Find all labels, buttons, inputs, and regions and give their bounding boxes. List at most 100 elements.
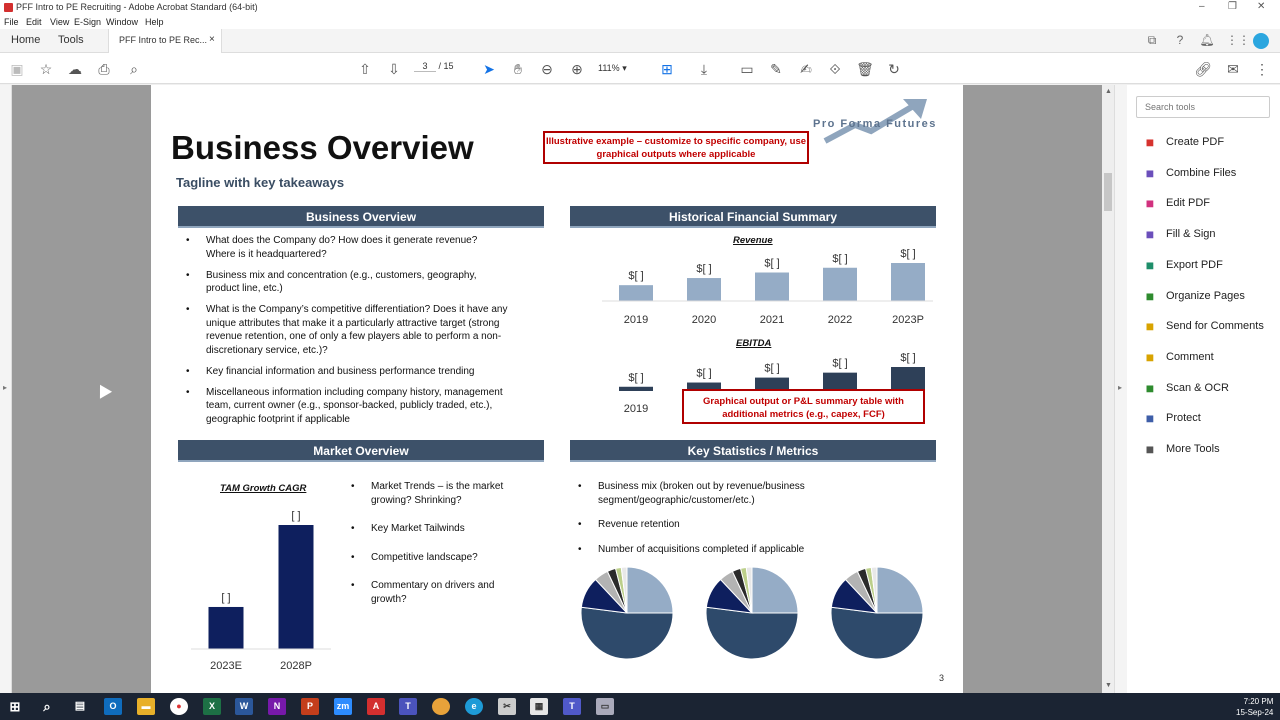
organize-pages-icon: ■	[1145, 287, 1155, 304]
menu-esign[interactable]: E-Sign	[74, 17, 101, 27]
print-icon[interactable]: ⎙	[95, 60, 113, 78]
minimize-button[interactable]: –	[1199, 1, 1205, 12]
page-navigator: 3 / 15	[414, 61, 454, 72]
task-view-icon[interactable]: ▤	[71, 698, 89, 715]
key-statistics-heading: Key Statistics / Metrics	[570, 440, 936, 462]
tab-document[interactable]: PFF Intro to PE Rec... ×	[108, 29, 222, 53]
tool-item[interactable]: ■ Fill & Sign	[1127, 220, 1280, 248]
chart-bar	[619, 285, 653, 301]
fill-icon[interactable]: ⟐	[826, 60, 844, 78]
teams-work-icon[interactable]: T	[563, 698, 581, 715]
search-tools-input[interactable]	[1136, 96, 1270, 118]
close-window-button[interactable]: ✕	[1257, 1, 1265, 12]
tool-item[interactable]: ■ Combine Files	[1127, 159, 1280, 187]
windows-start-icon[interactable]: ⊞	[6, 698, 24, 715]
save-icon[interactable]: ▣	[8, 60, 26, 78]
remote-desktop-icon[interactable]: ▭	[596, 698, 614, 715]
bar-data-label: [ ]	[221, 592, 230, 604]
scroll-up-icon[interactable]: ▲	[1105, 88, 1112, 95]
help-icon[interactable]: ?	[1172, 33, 1188, 49]
bar-data-label: $[ ]	[764, 363, 779, 375]
scroll-down-icon[interactable]: ▼	[1105, 682, 1112, 689]
tab-tools[interactable]: Tools	[58, 34, 84, 46]
tool-item[interactable]: ■ Organize Pages	[1127, 282, 1280, 310]
find-icon[interactable]: ⌕	[125, 60, 143, 78]
tool-item[interactable]: ■ Edit PDF	[1127, 189, 1280, 217]
excel-icon[interactable]: X	[203, 698, 221, 715]
comment-icon[interactable]: ▭	[738, 60, 756, 78]
menu-help[interactable]: Help	[145, 17, 164, 27]
tool-item[interactable]: ■ Create PDF	[1127, 128, 1280, 156]
vertical-scrollbar[interactable]: ▲ ▼	[1102, 85, 1114, 693]
onenote-icon[interactable]: N	[268, 698, 286, 715]
upload-cloud-icon[interactable]: ☁	[66, 60, 84, 78]
scrollbar-thumb[interactable]	[1104, 173, 1112, 211]
menu-edit[interactable]: Edit	[26, 17, 42, 27]
zoom-out-icon[interactable]: ⊖	[538, 60, 556, 78]
bookmark-star-icon[interactable]: ☆	[37, 60, 55, 78]
tool-item-label: Edit PDF	[1166, 197, 1211, 210]
list-item: Miscellaneous information including comp…	[178, 386, 508, 427]
apps-grid-icon[interactable]: ⋮⋮	[1226, 33, 1250, 49]
tool-item[interactable]: ■ Send for Comments	[1127, 312, 1280, 340]
sign-icon[interactable]: ✍︎	[797, 60, 815, 78]
menu-window[interactable]: Window	[106, 17, 138, 27]
pie-slice	[751, 566, 799, 614]
snipping-tool-icon[interactable]: ✂	[498, 698, 516, 715]
powerpoint-icon[interactable]: P	[301, 698, 319, 715]
share-link-icon[interactable]: 🔗︎	[1194, 60, 1212, 78]
page-number-input[interactable]: 3	[414, 61, 436, 72]
acrobat-app-icon	[4, 3, 13, 12]
edge-icon[interactable]: e	[465, 698, 483, 715]
next-page-icon[interactable]: ⇩	[385, 60, 403, 78]
more-options-icon[interactable]: ⋮	[1253, 60, 1271, 78]
search-icon[interactable]: ⌕	[38, 698, 56, 715]
tool-item[interactable]: ■ Scan & OCR	[1127, 374, 1280, 402]
email-icon[interactable]: ✉	[1224, 60, 1242, 78]
illustrative-note-box: Illustrative example – customize to spec…	[543, 131, 809, 164]
calculator-icon[interactable]: ▦	[530, 698, 548, 715]
tab-home[interactable]: Home	[11, 34, 40, 46]
browser-app-icon[interactable]	[432, 698, 450, 715]
share-screen-icon[interactable]: ⧉	[1144, 33, 1160, 49]
file-explorer-icon[interactable]: ▬	[137, 698, 155, 715]
tool-item[interactable]: ■ Comment	[1127, 343, 1280, 371]
zoom-level-dropdown[interactable]: 111% ▾	[598, 63, 627, 74]
expand-left-pane-icon[interactable]: ▸	[3, 383, 7, 392]
rotate-icon[interactable]: ↻	[885, 60, 903, 78]
clock-time: 7:20 PM	[1243, 697, 1274, 706]
scroll-mode-icon[interactable]: ⤓	[695, 60, 713, 78]
outlook-icon[interactable]: O	[104, 698, 122, 715]
zoom-in-icon[interactable]: ⊕	[568, 60, 586, 78]
bar-data-label: $[ ]	[900, 248, 915, 260]
notifications-icon[interactable]: 🔔︎	[1199, 33, 1215, 49]
system-clock[interactable]: 7:20 PM 15-Sep-24	[1236, 696, 1273, 718]
word-icon[interactable]: W	[235, 698, 253, 715]
select-tool-icon[interactable]: ➤	[480, 60, 498, 78]
highlight-pen-icon[interactable]: ✎	[767, 60, 785, 78]
list-item: Number of acquisitions completed if appl…	[570, 543, 820, 557]
export-pdf-icon: ■	[1145, 256, 1155, 273]
tab-close-button[interactable]: ×	[209, 34, 215, 45]
tool-item[interactable]: ■ More Tools	[1127, 435, 1280, 463]
menu-view[interactable]: View	[50, 17, 69, 27]
title-bar: PFF Intro to PE Recruiting - Adobe Acrob…	[0, 0, 1280, 15]
hand-tool-icon[interactable]: ✋︎	[509, 60, 527, 78]
previous-page-icon[interactable]: ⇧	[356, 60, 374, 78]
delete-icon[interactable]: 🗑︎	[856, 60, 874, 78]
acrobat-taskbar-icon[interactable]: A	[367, 698, 385, 715]
business-overview-heading: Business Overview	[178, 206, 544, 228]
zoom-app-icon[interactable]: zm	[334, 698, 352, 715]
tool-item[interactable]: ■ Export PDF	[1127, 251, 1280, 279]
x-tick-label: 2021	[760, 314, 784, 326]
restore-button[interactable]: ❐	[1228, 1, 1237, 12]
teams-icon[interactable]: T	[399, 698, 417, 715]
bar-data-label: $[ ]	[628, 270, 643, 282]
tool-item[interactable]: ■ Protect	[1127, 404, 1280, 432]
chrome-icon[interactable]: ●	[170, 698, 188, 715]
list-item: Key Market Tailwinds	[343, 522, 523, 536]
page-fit-icon[interactable]: ⊞	[658, 60, 676, 78]
collapse-tools-pane-icon[interactable]: ▸	[1118, 383, 1122, 392]
menu-file[interactable]: File	[4, 17, 19, 27]
account-avatar[interactable]	[1253, 33, 1269, 49]
